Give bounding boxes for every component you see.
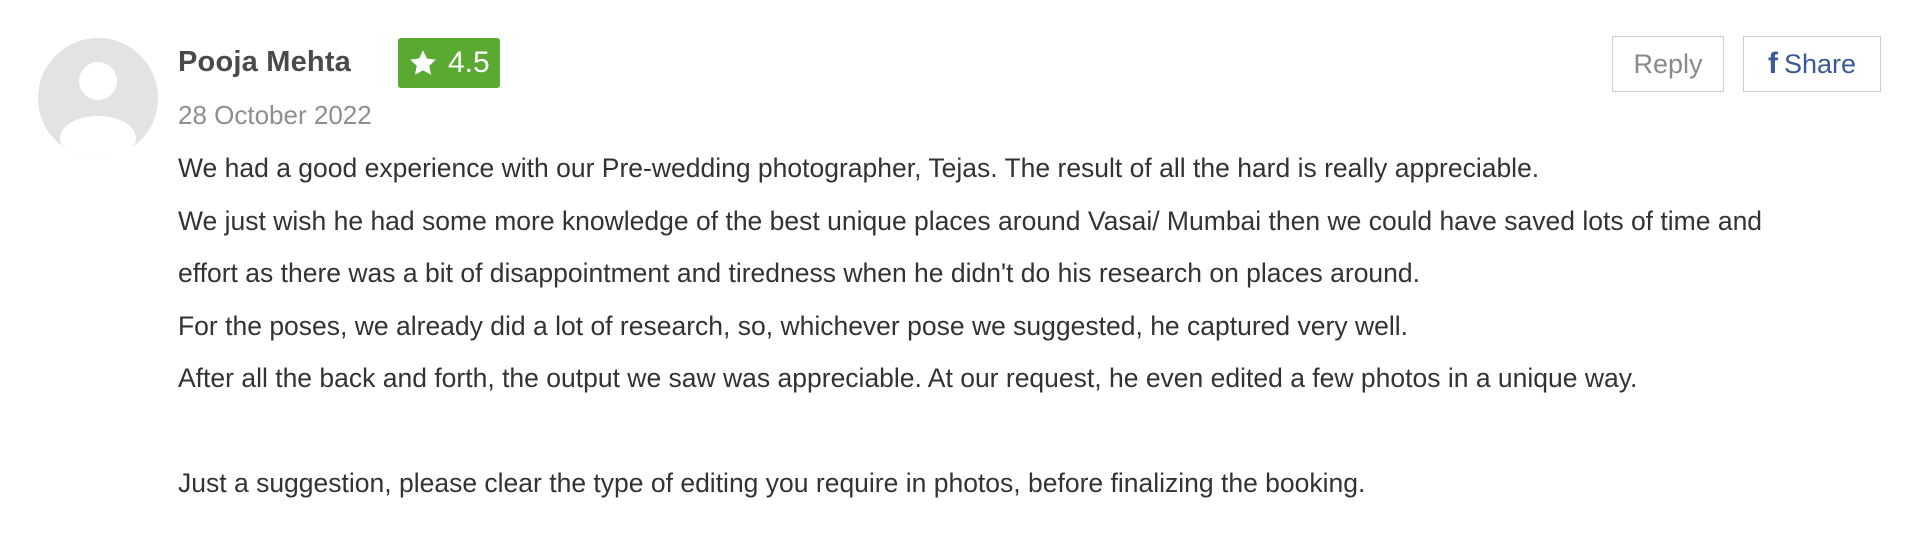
review-paragraph: We just wish he had some more knowledge … [178,205,1763,236]
review-paragraph-spacer [178,405,1898,458]
reviewer-name: Pooja Mehta [178,46,351,78]
review-paragraph: We had a good experience with our Pre-we… [178,153,1540,183]
user-placeholder-icon [38,38,158,158]
facebook-icon: f [1767,47,1778,80]
review-paragraph: effort as there was a bit of disappointm… [178,258,1421,288]
avatar [38,38,158,158]
review-paragraph: Just a suggestion, please clear the type… [178,468,1366,498]
reply-button[interactable]: Reply [1612,36,1724,92]
review-date: 28 October 2022 [178,100,372,130]
review-card: Pooja Mehta 4.5 28 October 2022 Reply f … [0,0,1918,544]
share-button-label: Share [1783,48,1857,79]
rating-badge: 4.5 [398,38,500,88]
review-paragraph: After all the back and forth, the output… [178,363,1638,393]
review-paragraph: For the poses, we already did a lot of r… [178,310,1408,341]
reply-button-label: Reply [1633,48,1703,79]
review-text: We had a good experience with our Pre-we… [178,142,1898,510]
star-icon [410,50,436,75]
rating-value: 4.5 [448,46,490,79]
share-button[interactable]: f Share [1743,36,1881,92]
